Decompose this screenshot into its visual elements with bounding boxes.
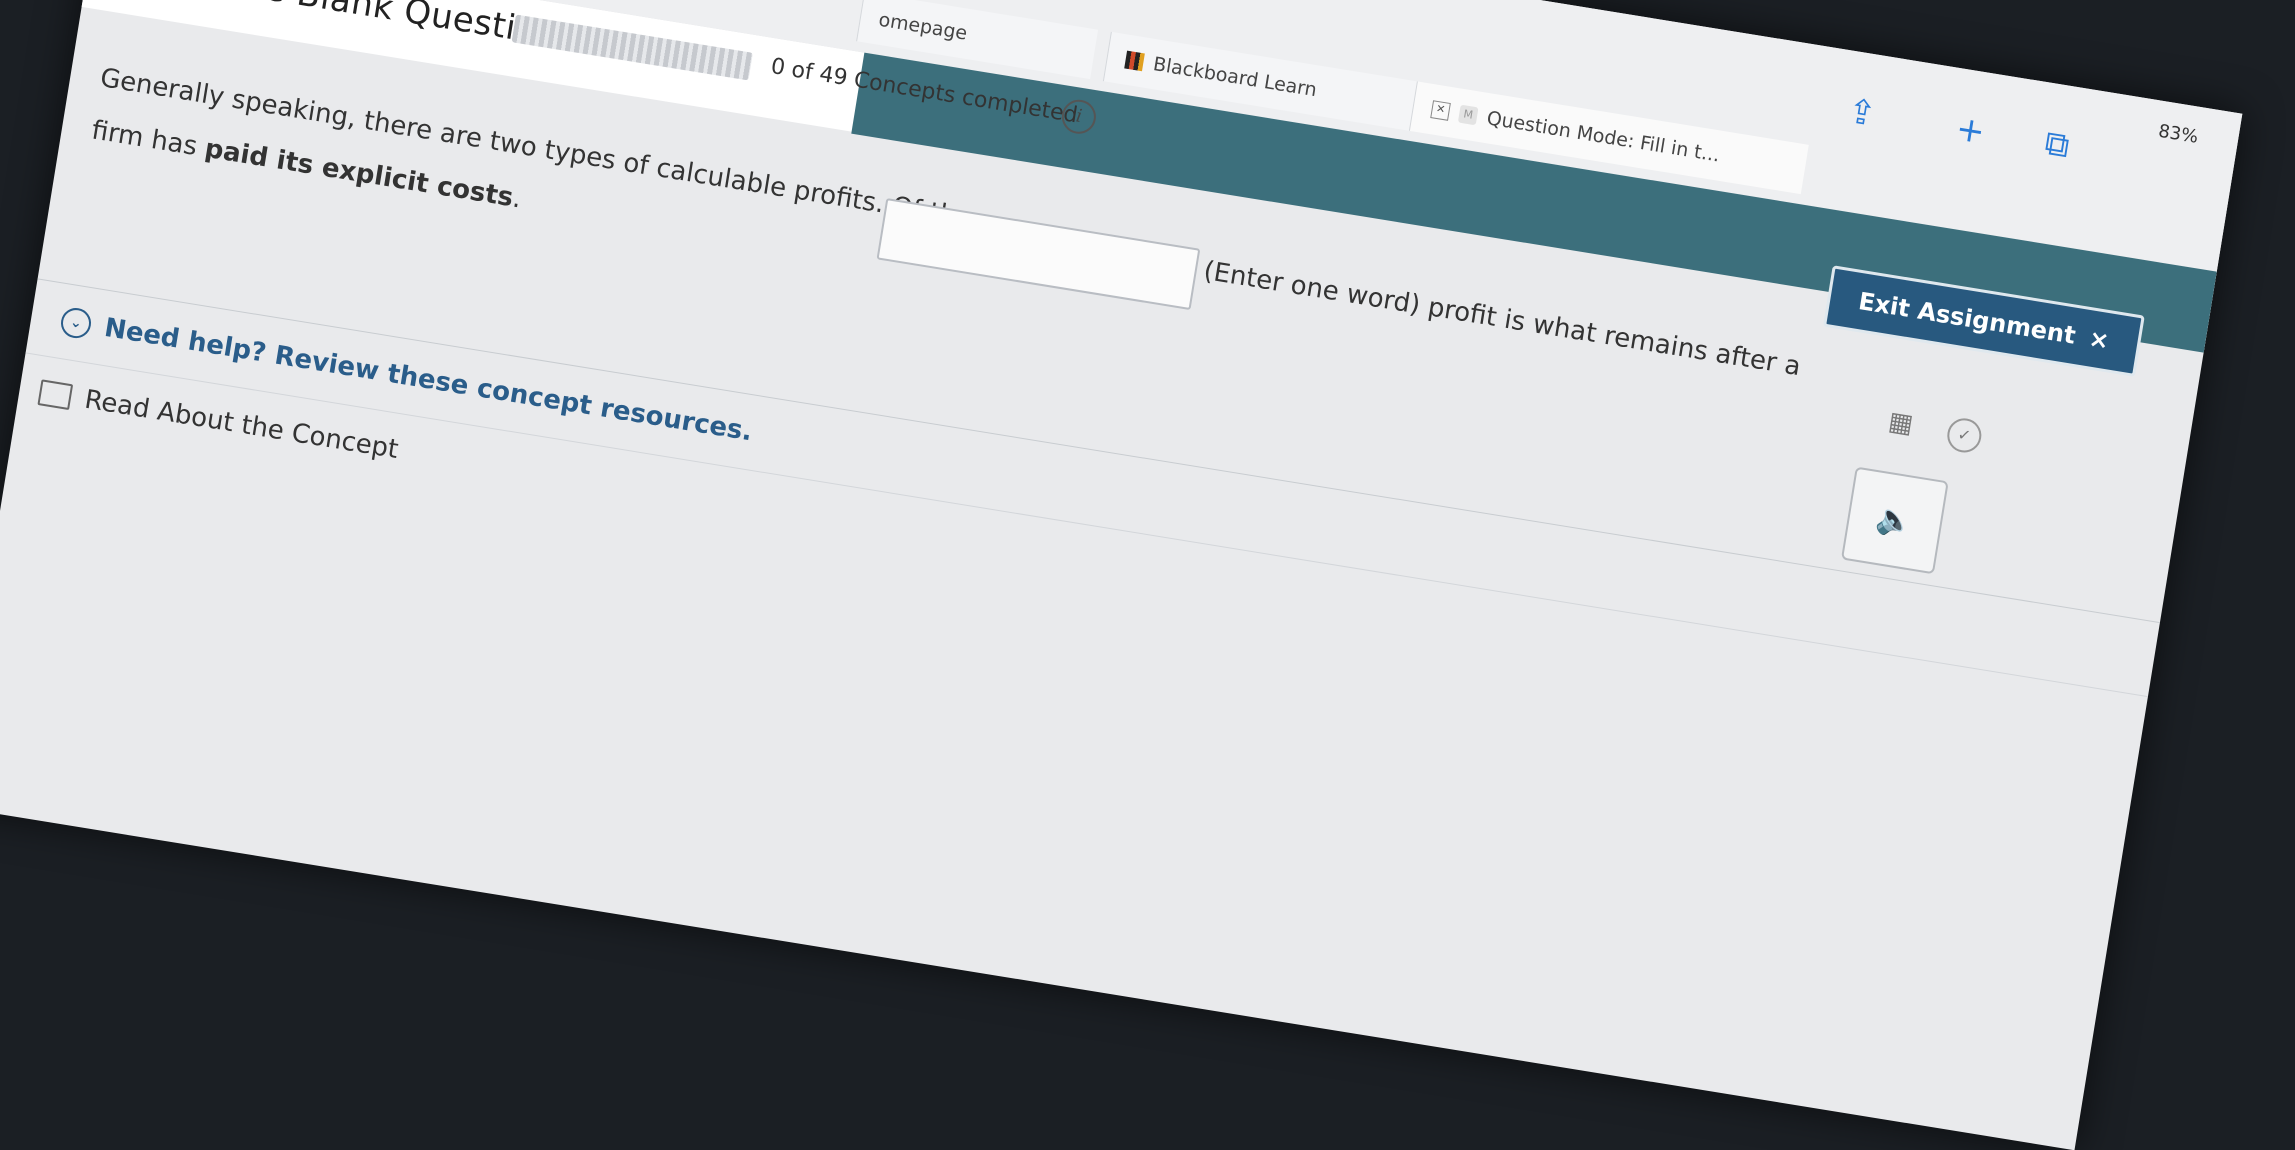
read-label: Read About the Concept bbox=[82, 384, 401, 466]
close-icon[interactable]: ✕ bbox=[1430, 100, 1451, 121]
battery-status: 83% bbox=[2156, 120, 2200, 148]
divider bbox=[25, 352, 2149, 698]
book-icon bbox=[37, 379, 74, 411]
site-icon: M bbox=[1457, 104, 1479, 126]
blackboard-logo-icon bbox=[1124, 50, 1145, 72]
new-tab-icon[interactable]: + bbox=[1953, 108, 1988, 152]
speaker-icon: 🔈 bbox=[1873, 500, 1917, 541]
screen: 83% ⇪ + ⧉ omepage Blackboard Learn ✕ M Q… bbox=[0, 0, 2243, 1150]
close-icon: × bbox=[2086, 324, 2112, 356]
calendar-icon[interactable]: ▦ bbox=[1886, 406, 1915, 440]
tab-label: Question Mode: Fill in t... bbox=[1485, 107, 1722, 167]
question-part2: (Enter one word) profit is what remains … bbox=[1201, 255, 1803, 383]
line2-prefix: firm has bbox=[89, 115, 208, 164]
check-icon[interactable]: ✓ bbox=[1944, 415, 1984, 455]
share-icon[interactable]: ⇪ bbox=[1845, 91, 1880, 135]
chevron-down-icon: ⌄ bbox=[58, 305, 94, 341]
tabs-overview-icon[interactable]: ⧉ bbox=[2042, 123, 2072, 166]
tab-label: Blackboard Learn bbox=[1151, 53, 1319, 102]
tab-label: omepage bbox=[877, 8, 969, 45]
read-concept-link[interactable]: Read About the Concept bbox=[37, 377, 400, 465]
audio-button[interactable]: 🔈 bbox=[1840, 466, 1949, 575]
